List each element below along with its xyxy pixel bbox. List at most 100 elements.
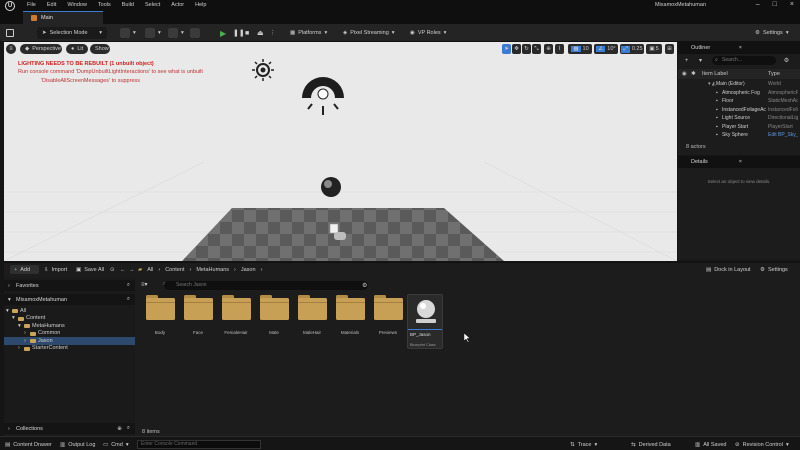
lit-button[interactable]: ● Lit — [66, 44, 88, 54]
menu-actor[interactable]: Actor — [171, 2, 184, 8]
selection-mode-dropdown[interactable]: ➤ Selection Mode ▾ — [37, 27, 107, 39]
pixel-streaming-button[interactable]: ◈ Pixel Streaming ▾ — [343, 27, 395, 39]
maximize-icon[interactable]: □ — [773, 1, 777, 8]
collections-section[interactable]: › Collections ⊕ ⌕ — [4, 423, 135, 434]
play-options-icon[interactable]: ⋮ — [270, 27, 276, 39]
content-drawer-button[interactable]: ▤ Content Drawer — [5, 440, 52, 449]
close-icon[interactable]: × — [739, 45, 742, 51]
outliner-row[interactable]: ▪ Floor StaticMeshActor — [678, 97, 800, 106]
filter-icon[interactable]: ≡▾ — [141, 281, 148, 288]
outliner-search-input[interactable]: Search... — [712, 56, 776, 65]
pin-icon[interactable]: ✱ — [691, 71, 696, 77]
level-viewport[interactable]: ≡ ◆ Perspective ● Lit Show ➤ ✥ ↻ ⤡ ⊕ ⌇ ▦… — [4, 42, 677, 261]
cinematics-button[interactable]: ▾ — [168, 27, 184, 39]
add-button[interactable]: + Add — [10, 265, 39, 274]
close-icon[interactable]: × — [790, 1, 794, 8]
breadcrumb-content[interactable]: Content — [165, 267, 184, 273]
play-button[interactable]: ▶ — [220, 27, 226, 39]
outliner-row[interactable]: ▪ Player Start PlayerStart — [678, 123, 800, 132]
rotate-icon[interactable]: ↻ — [522, 44, 531, 54]
stop-button[interactable]: ■ — [245, 27, 249, 39]
save-all-button[interactable]: ▣ Save All — [76, 265, 104, 274]
folder-tile[interactable]: Male — [257, 293, 291, 348]
folder-tile[interactable]: Body — [143, 293, 177, 348]
outliner-row[interactable]: ▪ Light Source DirectionalLight — [678, 114, 800, 123]
viewport-options-icon[interactable]: ≡ — [6, 44, 16, 54]
import-button[interactable]: ⇩ Import — [44, 265, 67, 274]
arrow-left-icon[interactable]: ← — [120, 265, 126, 274]
scale-snap-toggle[interactable]: ⤢ 0.25 — [620, 44, 644, 54]
camera-speed-button[interactable]: ▣ 5 — [646, 44, 662, 54]
grid-snap-toggle[interactable]: ▦ 10 — [568, 44, 592, 54]
blueprint-button[interactable]: ▾ — [145, 27, 161, 39]
surface-snap-icon[interactable]: ⌇ — [555, 44, 564, 54]
minimize-icon[interactable]: – — [756, 1, 760, 8]
filter-icon[interactable]: ▾ — [696, 56, 705, 65]
folder-tile[interactable]: Face — [181, 293, 215, 348]
menu-file[interactable]: File — [27, 2, 36, 8]
folder-tile[interactable]: FemaleHair — [219, 293, 253, 348]
translate-icon[interactable]: ✥ — [512, 44, 521, 54]
tree-item-common[interactable]: › Common — [4, 330, 135, 338]
search-icon[interactable]: ⌕ — [127, 425, 130, 432]
cb-settings-button[interactable]: ⚙ Settings — [760, 265, 788, 274]
dock-in-layout-button[interactable]: ▤ Dock in Layout — [706, 265, 751, 274]
outliner-row[interactable]: ▾ ◭ Main (Editor) World — [678, 80, 800, 89]
trace-button[interactable]: ⇅ Trace ▾ — [570, 440, 597, 449]
scale-icon[interactable]: ⤡ — [532, 44, 541, 54]
close-icon[interactable]: × — [739, 159, 742, 165]
save-icon[interactable] — [6, 27, 14, 39]
search-options-icon[interactable]: ⚙ — [362, 282, 367, 289]
all-saved-button[interactable]: ▥ All Saved — [695, 440, 726, 449]
tab-main[interactable]: Main — [23, 11, 103, 24]
tree-item-content[interactable]: ▾ Content — [4, 315, 135, 323]
project-section[interactable]: ▾ MixamoxMetahuman ⌕ — [4, 294, 135, 305]
breadcrumb-metahumans[interactable]: MetaHumans — [196, 267, 229, 273]
tree-item-startercontent[interactable]: › StarterContent — [4, 345, 135, 353]
breadcrumb-jason[interactable]: Jason — [241, 267, 256, 273]
add-actor-button[interactable]: ▾ — [120, 27, 136, 39]
perspective-button[interactable]: ◆ Perspective — [20, 44, 62, 54]
visibility-icon[interactable]: ◉ — [682, 71, 687, 77]
menu-build[interactable]: Build — [122, 2, 134, 8]
settings-button[interactable]: ⚙ Settings ▾ — [755, 27, 789, 39]
rotation-snap-toggle[interactable]: ∠ 10° — [594, 44, 618, 54]
pause-button[interactable]: ❚❚ — [233, 27, 245, 39]
folder-tile[interactable]: MaleHair — [295, 293, 329, 348]
col-item-label[interactable]: Item Label — [702, 71, 728, 77]
tree-item-metahumans[interactable]: ▾ MetaHumans — [4, 322, 135, 330]
show-button[interactable]: Show — [90, 44, 110, 54]
menu-window[interactable]: Window — [67, 2, 87, 8]
tree-item-jason[interactable]: › Jason — [4, 337, 135, 345]
outliner-row[interactable]: ▪ InstancedFoliageActor InstancedFoliage… — [678, 106, 800, 115]
revision-control-button[interactable]: ⊘ Revision Control ▾ — [735, 440, 789, 449]
modes-button[interactable] — [190, 27, 200, 39]
folder-tile[interactable]: Previews — [371, 293, 405, 348]
breadcrumb-all[interactable]: All — [147, 267, 153, 273]
content-search-input[interactable]: Search Jason — [164, 281, 368, 290]
derived-data-button[interactable]: ⇆ Derived Data — [631, 440, 671, 449]
output-log-button[interactable]: ▥ Output Log — [60, 440, 95, 449]
menu-help[interactable]: Help — [195, 2, 206, 8]
viewport-layout-icon[interactable]: ⊞ — [665, 44, 674, 54]
blueprint-asset-tile[interactable]: BP_Jason Blueprint Class — [407, 294, 443, 349]
menu-select[interactable]: Select — [145, 2, 160, 8]
favorites-section[interactable]: › Favorites ⌕ — [4, 280, 135, 291]
arrow-right-icon[interactable]: → — [129, 265, 135, 274]
history-back-icon[interactable]: ⊙ — [110, 265, 115, 274]
platforms-button[interactable]: ▦ Platforms ▾ — [290, 27, 327, 39]
cmd-dropdown[interactable]: ▭ Cmd ▾ — [103, 440, 129, 449]
folder-tile[interactable]: Materials — [333, 293, 367, 348]
search-icon[interactable]: ⌕ — [127, 296, 130, 303]
col-type[interactable]: Type — [768, 71, 780, 77]
outliner-settings-icon[interactable]: ⚙ — [782, 56, 791, 65]
outliner-row[interactable]: ▪ Atmospheric Fog AtmosphericFog — [678, 89, 800, 98]
world-local-icon[interactable]: ⊕ — [544, 44, 553, 54]
menu-edit[interactable]: Edit — [47, 2, 56, 8]
eject-button[interactable]: ⏏ — [257, 27, 264, 39]
add-collection-icon[interactable]: ⊕ — [117, 426, 122, 432]
vp-roles-button[interactable]: ◉ VP Roles ▾ — [410, 27, 446, 39]
console-command-input[interactable]: Enter Console Command — [137, 440, 261, 449]
search-icon[interactable]: ⌕ — [127, 282, 130, 289]
outliner-row[interactable]: ▪ Sky Sphere Edit BP_Sky_Sphere — [678, 131, 800, 140]
